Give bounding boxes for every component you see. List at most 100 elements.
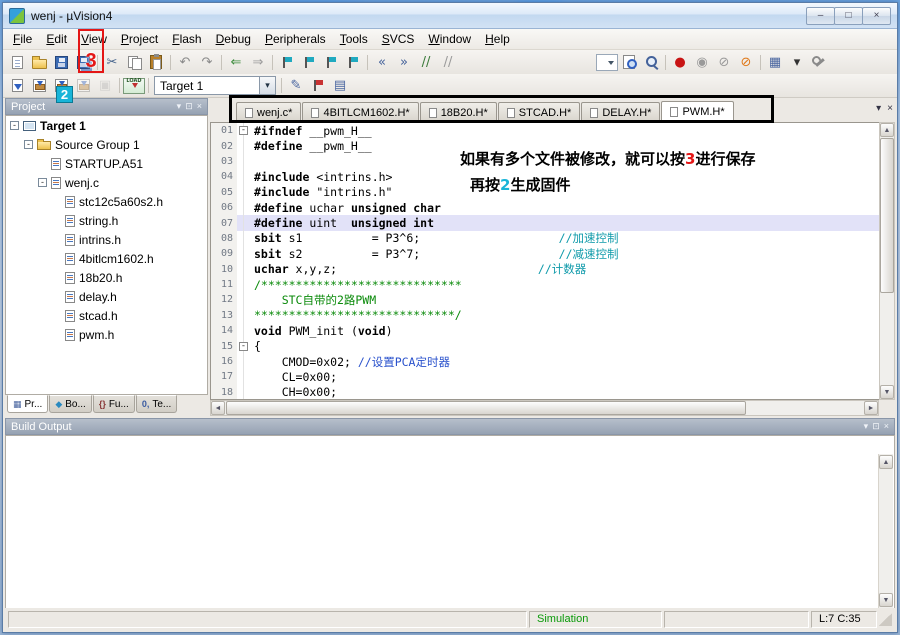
code-line[interactable]: 07#define uint unsigned int <box>211 215 879 230</box>
tree-item-intrins-h[interactable]: intrins.h <box>6 230 207 249</box>
panel-pin-icon[interactable]: ⊡ <box>872 421 880 432</box>
panel-tab-functions[interactable]: {}Fu... <box>93 395 135 413</box>
insert-breakpoint-button[interactable]: ● <box>669 52 691 72</box>
target-select-arrow-icon[interactable]: ▾ <box>260 76 276 95</box>
target-select-combo[interactable]: Target 1▾ <box>154 76 276 95</box>
tree-item-pwm-h[interactable]: pwm.h <box>6 325 207 344</box>
paste-button[interactable] <box>145 52 167 72</box>
stop-build-button[interactable]: ▣ <box>94 76 116 96</box>
previous-bookmark-button[interactable] <box>298 52 320 72</box>
panel-menu-icon[interactable]: ▾ <box>177 101 182 112</box>
code-line[interactable]: 18 CH=0x00; <box>211 385 879 400</box>
menu-file[interactable]: File <box>6 29 39 49</box>
tree-item-source-group-1[interactable]: -Source Group 1 <box>6 135 207 154</box>
scroll-right-icon[interactable]: ► <box>864 401 878 415</box>
menu-edit[interactable]: Edit <box>39 29 74 49</box>
build-target-button[interactable] <box>28 76 50 96</box>
download-flash-button[interactable]: LOAD <box>123 76 145 96</box>
maximize-button[interactable]: □ <box>834 7 863 25</box>
code-line[interactable]: 08sbit s1 = P3^6; //加速控制 <box>211 231 879 246</box>
tab-close-icon[interactable]: × <box>887 103 893 114</box>
code-line[interactable]: 11/***************************** <box>211 277 879 292</box>
navigate-back-button[interactable]: ⇐ <box>225 52 247 72</box>
menu-tools[interactable]: Tools <box>333 29 375 49</box>
project-flag-button[interactable] <box>307 76 329 96</box>
resize-grip[interactable] <box>879 613 892 626</box>
code-line[interactable]: 17 CL=0x00; <box>211 369 879 384</box>
code-line[interactable]: 16 CMOD=0x02; //设置PCA定时器 <box>211 354 879 369</box>
menu-window[interactable]: Window <box>421 29 478 49</box>
next-bookmark-button[interactable] <box>320 52 342 72</box>
tree-item-string-h[interactable]: string.h <box>6 211 207 230</box>
tree-item-target-1[interactable]: -Target 1 <box>6 116 207 135</box>
navigate-forward-button[interactable]: ⇒ <box>247 52 269 72</box>
editor-vertical-scrollbar[interactable]: ▲ ▼ <box>879 122 895 400</box>
tree-item-wenj-c[interactable]: -wenj.c <box>6 173 207 192</box>
menu-help[interactable]: Help <box>478 29 517 49</box>
tree-item-4bitlcm1602-h[interactable]: 4bitlcm1602.h <box>6 249 207 268</box>
title-bar[interactable]: wenj - µVision4 – □ × <box>3 3 897 29</box>
editor-horizontal-scrollbar[interactable]: ◄ ► <box>210 400 879 416</box>
panel-close-icon[interactable]: × <box>884 421 889 432</box>
code-line[interactable]: 12 STC自带的2路PWM <box>211 292 879 307</box>
tree-item-18b20-h[interactable]: 18b20.h <box>6 268 207 287</box>
collapse-icon[interactable]: - <box>38 178 47 187</box>
debug-windows-button[interactable]: ▦ <box>764 52 786 72</box>
tree-item-startup-a51[interactable]: STARTUP.A51 <box>6 154 207 173</box>
find-button[interactable] <box>640 52 662 72</box>
collapse-icon[interactable]: - <box>10 121 19 130</box>
debug-windows-arrow-button[interactable]: ▾ <box>786 52 808 72</box>
code-line[interactable]: 01-#ifndef __pwm_H__ <box>211 123 879 138</box>
menu-project[interactable]: Project <box>114 29 165 49</box>
uncomment-selection-button[interactable]: // <box>437 52 459 72</box>
code-line[interactable]: 15-{ <box>211 338 879 353</box>
minimize-button[interactable]: – <box>806 7 835 25</box>
undo-button[interactable]: ↶ <box>174 52 196 72</box>
toggle-bookmark-button[interactable] <box>276 52 298 72</box>
fold-collapse-icon[interactable]: - <box>239 342 248 351</box>
scroll-thumb[interactable] <box>226 401 746 415</box>
fold-collapse-icon[interactable]: - <box>239 126 248 135</box>
code-line[interactable]: 06#define uchar unsigned char <box>211 200 879 215</box>
menu-flash[interactable]: Flash <box>165 29 208 49</box>
scroll-left-icon[interactable]: ◄ <box>211 401 225 415</box>
indent-button[interactable]: » <box>393 52 415 72</box>
panel-tab-books[interactable]: ◆Bo... <box>49 395 92 413</box>
panel-menu-icon[interactable]: ▾ <box>864 421 869 432</box>
configure-target-button[interactable] <box>808 52 830 72</box>
code-line[interactable]: 14void PWM_init (void) <box>211 323 879 338</box>
close-button[interactable]: × <box>862 7 891 25</box>
code-line[interactable]: 10uchar x,y,z; //计数器 <box>211 262 879 277</box>
outdent-button[interactable]: « <box>371 52 393 72</box>
find-in-files-button[interactable] <box>618 52 640 72</box>
copy-button[interactable] <box>123 52 145 72</box>
panel-close-icon[interactable]: × <box>197 101 202 112</box>
translate-file-button[interactable] <box>6 76 28 96</box>
scroll-thumb[interactable] <box>880 138 894 293</box>
disable-all-breakpoints-button[interactable]: ⊘ <box>713 52 735 72</box>
batch-build-button[interactable] <box>72 76 94 96</box>
menu-debug[interactable]: Debug <box>209 29 258 49</box>
tab-list-icon[interactable]: ▾ <box>876 103 881 114</box>
tree-item-delay-h[interactable]: delay.h <box>6 287 207 306</box>
scroll-down-icon[interactable]: ▼ <box>879 593 893 607</box>
menu-peripherals[interactable]: Peripherals <box>258 29 333 49</box>
code-line[interactable]: 13*****************************/ <box>211 308 879 323</box>
redo-button[interactable]: ↷ <box>196 52 218 72</box>
clear-bookmarks-button[interactable] <box>342 52 364 72</box>
build-output-scrollbar[interactable]: ▲ ▼ <box>878 454 893 608</box>
manage-target-options-button[interactable]: ✎ <box>285 76 307 96</box>
code-line[interactable]: 09sbit s2 = P3^7; //减速控制 <box>211 246 879 261</box>
scroll-up-icon[interactable]: ▲ <box>880 123 894 137</box>
save-button[interactable] <box>50 52 72 72</box>
manage-components-button[interactable]: ▤ <box>329 76 351 96</box>
collapse-icon[interactable]: - <box>24 140 33 149</box>
scroll-up-icon[interactable]: ▲ <box>879 455 893 469</box>
panel-tab-templates[interactable]: 0,Te... <box>136 395 177 413</box>
breakpoint-options-button[interactable]: ⊘ <box>735 52 757 72</box>
panel-tab-project[interactable]: ▦Pr... <box>7 395 48 413</box>
open-file-button[interactable] <box>28 52 50 72</box>
panel-pin-icon[interactable]: ⊡ <box>185 101 193 112</box>
menu-svcs[interactable]: SVCS <box>375 29 422 49</box>
comment-selection-button[interactable]: // <box>415 52 437 72</box>
